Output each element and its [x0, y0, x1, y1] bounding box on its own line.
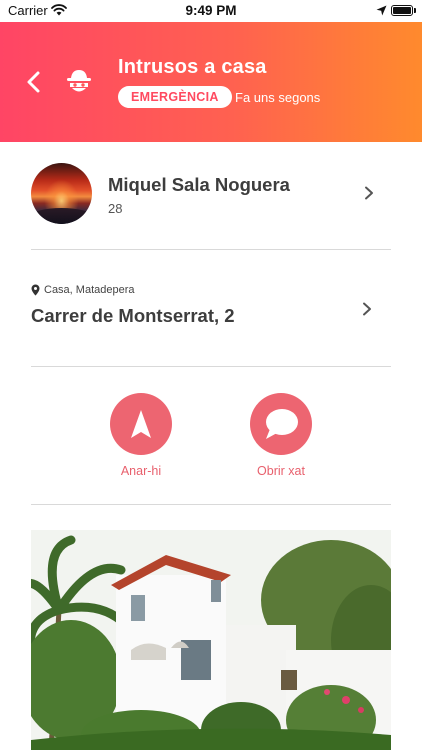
alert-time-ago: Fa uns segons — [235, 90, 321, 105]
open-chat-label[interactable]: Obrir xat — [226, 464, 336, 478]
avatar — [31, 163, 92, 224]
back-chevron-icon[interactable] — [24, 70, 44, 94]
map-pin-icon — [31, 284, 40, 296]
open-chat-button[interactable] — [250, 393, 312, 455]
battery-icon — [391, 5, 413, 16]
address: Carrer de Montserrat, 2 — [31, 305, 235, 326]
divider — [31, 249, 391, 250]
chevron-right-icon[interactable] — [364, 186, 374, 200]
alert-header: Intrusos a casa EMERGÈNCIA Fa uns segons — [0, 22, 422, 142]
divider — [31, 504, 391, 505]
navigation-arrow-icon — [131, 410, 151, 438]
house-illustration — [31, 530, 391, 750]
location-label: Casa, Matadepera — [44, 284, 135, 296]
house-photo — [31, 530, 391, 750]
divider — [31, 366, 391, 367]
person-name: Miquel Sala Noguera — [108, 174, 290, 195]
burglar-icon — [67, 70, 91, 92]
location-services-icon — [376, 5, 387, 16]
status-bar: Carrier 9:49 PM — [0, 0, 422, 22]
battery-tip — [414, 8, 416, 13]
navigate-button[interactable] — [110, 393, 172, 455]
chevron-right-icon[interactable] — [362, 302, 372, 316]
clock: 9:49 PM — [185, 3, 237, 18]
navigate-label[interactable]: Anar-hi — [86, 464, 196, 478]
person-age: 28 — [108, 201, 123, 216]
emergency-badge: EMERGÈNCIA — [118, 86, 232, 108]
alert-title: Intrusos a casa — [118, 56, 267, 78]
chat-bubble-icon — [266, 409, 298, 439]
